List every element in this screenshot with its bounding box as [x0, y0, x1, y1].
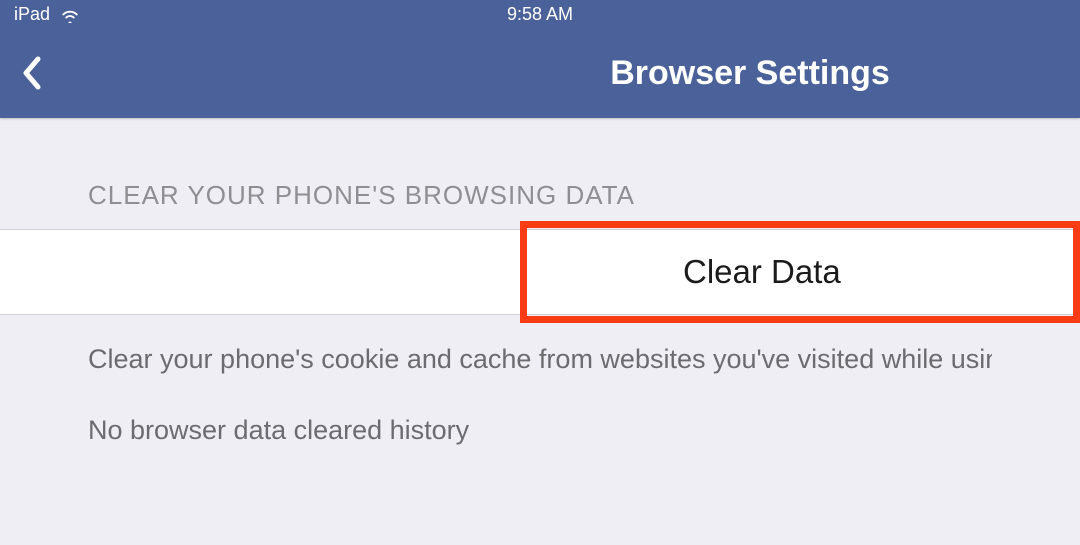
description-line-1: Clear your phone's cookie and cache from… [88, 339, 992, 380]
chevron-left-icon [20, 55, 42, 91]
page-title: Browser Settings [610, 54, 890, 93]
clear-data-row: Clear Data [0, 229, 1080, 315]
section-description: Clear your phone's cookie and cache from… [0, 315, 1080, 450]
status-left: iPad [14, 4, 80, 25]
clear-data-button[interactable]: Clear Data [520, 221, 1080, 323]
wifi-icon [60, 7, 80, 21]
clear-data-label: Clear Data [683, 253, 841, 291]
description-line-2: No browser data cleared history [88, 410, 992, 451]
back-button[interactable] [20, 48, 60, 98]
nav-bar: Browser Settings [0, 28, 1080, 118]
content: CLEAR YOUR PHONE'S BROWSING DATA Clear D… [0, 118, 1080, 450]
status-bar: iPad 9:58 AM [0, 0, 1080, 28]
status-time: 9:58 AM [507, 4, 573, 25]
device-label: iPad [14, 4, 50, 25]
